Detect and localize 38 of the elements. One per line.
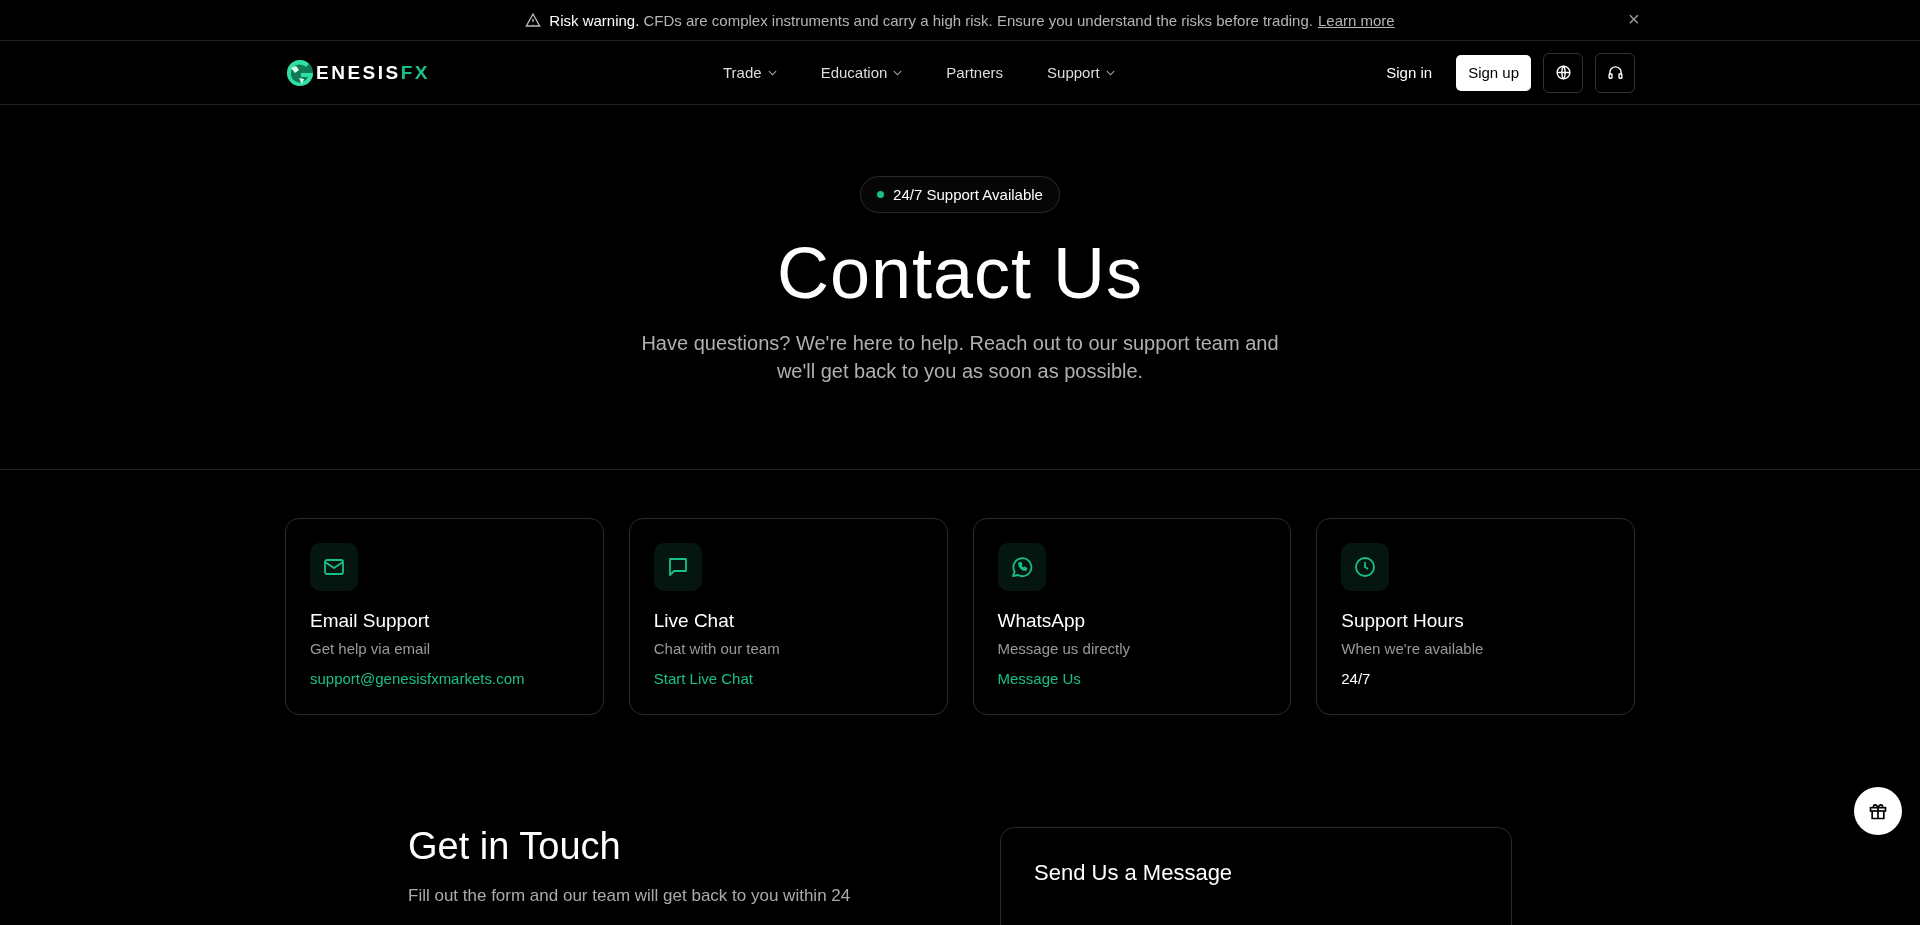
warning-icon (525, 12, 542, 28)
card-title: Support Hours (1341, 610, 1464, 632)
phone-bubble-icon (1009, 555, 1034, 579)
hours-value: 24/7 (1341, 670, 1371, 687)
nav-menu-item[interactable]: Support (1047, 64, 1115, 81)
gift-icon (1868, 801, 1888, 821)
nav-menu-item[interactable]: Trade (723, 64, 777, 81)
card-title: Live Chat (653, 610, 735, 632)
learn-more-link[interactable]: Learn more (1317, 11, 1395, 29)
globe-icon (1554, 64, 1572, 81)
nav-menu-item[interactable]: Education (820, 64, 903, 81)
language-button[interactable] (1543, 52, 1583, 93)
status-dot (877, 191, 885, 198)
contact-link[interactable]: support@genesisfxmarkets.com (310, 670, 525, 687)
support-badge: 24/7 Support Available (860, 176, 1060, 213)
card-description: Chat with our team (653, 640, 780, 657)
headset-icon (1606, 64, 1624, 81)
sign-up-button[interactable]: Sign up (1456, 54, 1531, 91)
form-title: Send Us a Message (1034, 860, 1234, 886)
page-title: Contact Us (776, 237, 1144, 309)
nav-menu-item[interactable]: Partners (946, 64, 1004, 81)
card-description: When we're available (1341, 640, 1484, 657)
contact-link[interactable]: Message Us (997, 670, 1081, 687)
logo[interactable]: ENESIS FX (285, 57, 430, 88)
risk-warning-text: Risk warning. CFDs are complex instruments and carry a high risk. Ensure you understand the risks before trading. (549, 11, 1313, 29)
close-button[interactable]: × (1626, 9, 1642, 29)
card-description: Get help via email (310, 640, 431, 657)
contact-link[interactable]: Start Live Chat (653, 670, 753, 687)
card-description: Message us directly (997, 640, 1131, 657)
section-title: Get in Touch (408, 827, 622, 865)
card-title: Email Support (310, 610, 430, 632)
card-title: WhatsApp (997, 610, 1086, 632)
hero-subtitle: Have questions? We're here to help. Reach out to our support team and we'll get back to you as soon as possible. (640, 331, 1280, 384)
clock-icon (1353, 555, 1378, 579)
sign-in-link[interactable]: Sign in (1386, 64, 1433, 81)
support-button[interactable] (1595, 52, 1635, 93)
rewards-button[interactable] (1854, 787, 1902, 835)
section-text: Fill out the form and our team will get back to you within 24 (408, 885, 852, 907)
